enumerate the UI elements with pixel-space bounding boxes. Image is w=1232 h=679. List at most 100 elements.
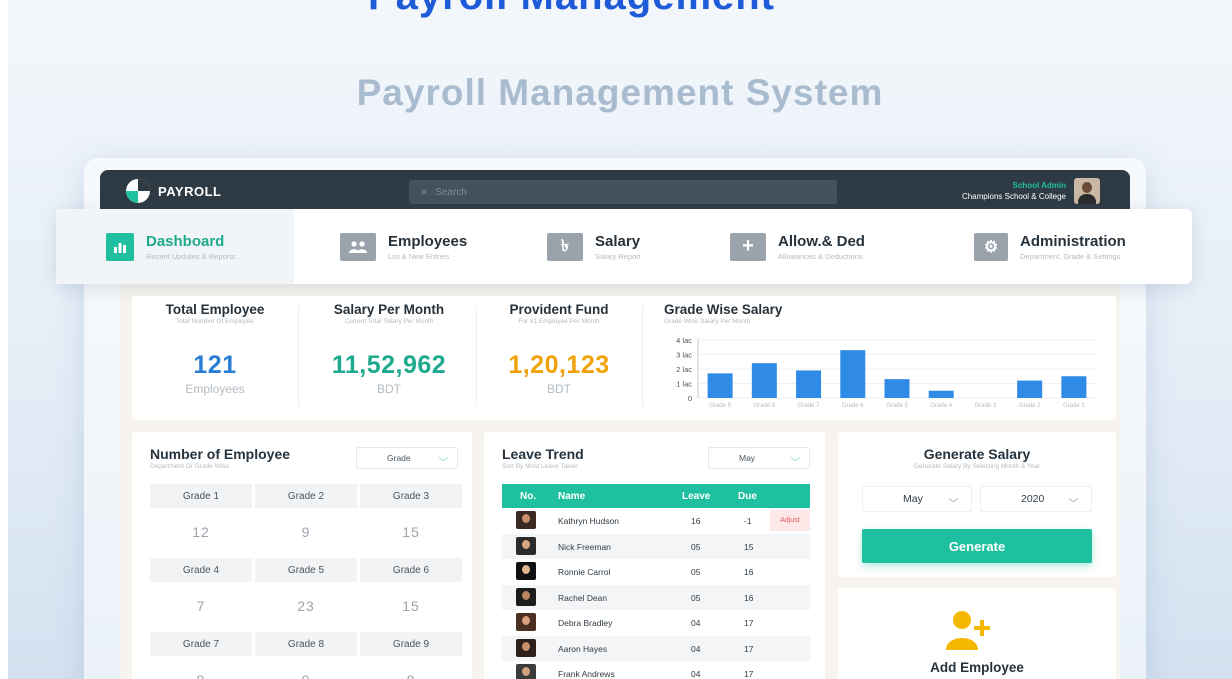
- search-box[interactable]: ⌕: [409, 180, 837, 204]
- top-title-fragment: Payroll Management: [368, 0, 775, 19]
- x-tick-label: Grade 4: [930, 403, 952, 409]
- grade-dropdown[interactable]: Grade ⌵: [356, 447, 458, 469]
- divider: [476, 306, 477, 406]
- stat-title: Salary Per Month: [333, 302, 445, 317]
- chevron-down-icon: ⌵: [1068, 493, 1079, 504]
- chevron-down-icon: ⌵: [438, 452, 449, 463]
- table-row[interactable]: Debra Bradley 04 17: [502, 610, 810, 635]
- nav-employees-sub: List & New Entries: [388, 251, 450, 261]
- panel-subtitle: Generate Salary By Selecting Month & Yea…: [913, 463, 1041, 470]
- x-tick-label: Grade 7: [798, 403, 820, 409]
- table-row[interactable]: Nick Freeman 05 15: [502, 533, 810, 559]
- bar: [928, 390, 954, 398]
- bar: [1061, 376, 1087, 398]
- number-of-employee-panel: Number of Employee Department Or Grade W…: [132, 432, 472, 679]
- employee-photo: [516, 536, 536, 555]
- nav-dashboard[interactable]: Dashboard Recent Updates & Reports: [56, 209, 294, 284]
- x-tick-label: Grade 8: [753, 403, 775, 409]
- y-tick-label: 4 lac: [676, 336, 692, 345]
- grade-count: 7: [196, 598, 206, 614]
- dropdown-value: May: [739, 453, 756, 463]
- stat-total-employee: Total Employee Total Number Of Employee …: [132, 296, 298, 420]
- x-tick-label: Grade 3: [975, 403, 997, 409]
- grade-count: 8: [360, 656, 462, 679]
- generate-salary-panel: Generate Salary Generate Salary By Selec…: [838, 432, 1116, 577]
- grade-label: Grade 4: [150, 558, 252, 582]
- month-value: May: [903, 493, 923, 505]
- stat-subtitle: Total Number Of Employee: [175, 318, 255, 325]
- y-tick-label: 2 lac: [676, 365, 692, 374]
- nav-dashboard-title: Dashboard: [146, 232, 225, 250]
- leave-count: 04: [691, 618, 701, 628]
- table-row[interactable]: Frank Andrews 04 17: [502, 661, 810, 679]
- grade-label: Grade 5: [255, 558, 357, 582]
- table-row[interactable]: Aaron Hayes 04 17: [502, 635, 810, 661]
- stat-salary-per-month: Salary Per Month Current Total Salary Pe…: [312, 296, 466, 420]
- admin-role: School Admin: [1012, 181, 1066, 190]
- employee-photo: [516, 587, 536, 606]
- grade-count: 9: [255, 656, 357, 679]
- table-row[interactable]: Ronnie Carrol 05 16: [502, 559, 810, 584]
- leave-count: 04: [691, 643, 701, 654]
- employee-name: Frank Andrews: [558, 669, 615, 679]
- leave-count: 04: [691, 669, 701, 679]
- grade-label: Grade 3: [360, 484, 462, 508]
- people-icon: [340, 232, 376, 261]
- page-title: Payroll Management System: [356, 72, 884, 113]
- divider: [642, 306, 643, 406]
- nav-allowances-sub: Allowances & Deductions: [778, 251, 863, 261]
- table-row[interactable]: Kathryn Hudson 16 -1 Adjust: [502, 508, 810, 533]
- search-icon: ⌕: [421, 185, 428, 198]
- stat-title: Total Employee: [165, 302, 265, 317]
- leave-count: 05: [691, 592, 701, 603]
- grade-label: Grade 7: [150, 632, 252, 656]
- nav-allowances[interactable]: + Allow.& Ded Allowances & Deductions: [712, 209, 948, 284]
- stat-unit: BDT: [547, 382, 571, 396]
- brand-logo[interactable]: PAYROLL: [126, 179, 221, 203]
- leave-trend-panel: Leave Trend Sort By Most Leave Taken May…: [484, 432, 825, 679]
- leave-count: 05: [691, 541, 701, 552]
- employee-photo: [516, 511, 536, 529]
- y-tick-label: 1 lac: [676, 380, 692, 389]
- nav-salary[interactable]: ৳ Salary Salary Report: [502, 209, 712, 284]
- nav-administration-title: Administration: [1020, 232, 1126, 250]
- nav-employees[interactable]: Employees List & New Entries: [294, 209, 502, 284]
- nav-dashboard-sub: Recent Updates & Reports: [146, 251, 236, 261]
- employee-photo: [516, 638, 536, 657]
- due-count: 17: [744, 643, 754, 654]
- y-tick-label: 3 lac: [676, 351, 692, 360]
- logo-icon: [126, 179, 150, 203]
- nav-allowances-title: Allow.& Ded: [778, 232, 865, 250]
- generate-button[interactable]: Generate: [862, 529, 1092, 563]
- due-count: -1: [744, 516, 752, 526]
- column-header: Due: [738, 491, 757, 502]
- search-input[interactable]: [435, 186, 816, 198]
- due-count: 16: [744, 567, 754, 577]
- due-count: 15: [744, 541, 754, 552]
- year-select[interactable]: 2020 ⌵: [980, 486, 1092, 512]
- year-value: 2020: [1021, 493, 1045, 505]
- avatar[interactable]: [1074, 178, 1100, 204]
- grade-count: 15: [402, 598, 420, 614]
- table-row[interactable]: Rachel Dean 05 16: [502, 584, 810, 610]
- month-dropdown[interactable]: May ⌵: [708, 447, 810, 469]
- grade-label: Grade 1: [150, 484, 252, 508]
- chart-title: Grade Wise Salary: [664, 302, 783, 317]
- stat-value: 121: [193, 351, 237, 379]
- due-count: 17: [744, 618, 754, 628]
- adjust-button[interactable]: Adjust: [770, 510, 810, 531]
- grade-label: Grade 6: [360, 558, 462, 582]
- month-select[interactable]: May ⌵: [862, 486, 972, 512]
- nav-administration[interactable]: ⚙ Administration Department, Grade & Set…: [948, 209, 1192, 284]
- stat-subtitle: Current Total Salary Per Month: [344, 318, 434, 325]
- add-employee-panel[interactable]: Add Employee: [838, 588, 1116, 679]
- panel-title: Number of Employee: [150, 446, 291, 462]
- bar: [884, 379, 910, 398]
- admin-profile[interactable]: School Admin Champions School & College: [962, 178, 1100, 204]
- stat-value: 1,20,123: [508, 351, 610, 379]
- employee-photo: [516, 613, 536, 631]
- x-tick-label: Grade 6: [842, 403, 864, 409]
- grade-label: Grade 2: [255, 484, 357, 508]
- x-tick-label: Grade 2: [1019, 403, 1041, 409]
- taka-icon: ৳: [547, 232, 583, 261]
